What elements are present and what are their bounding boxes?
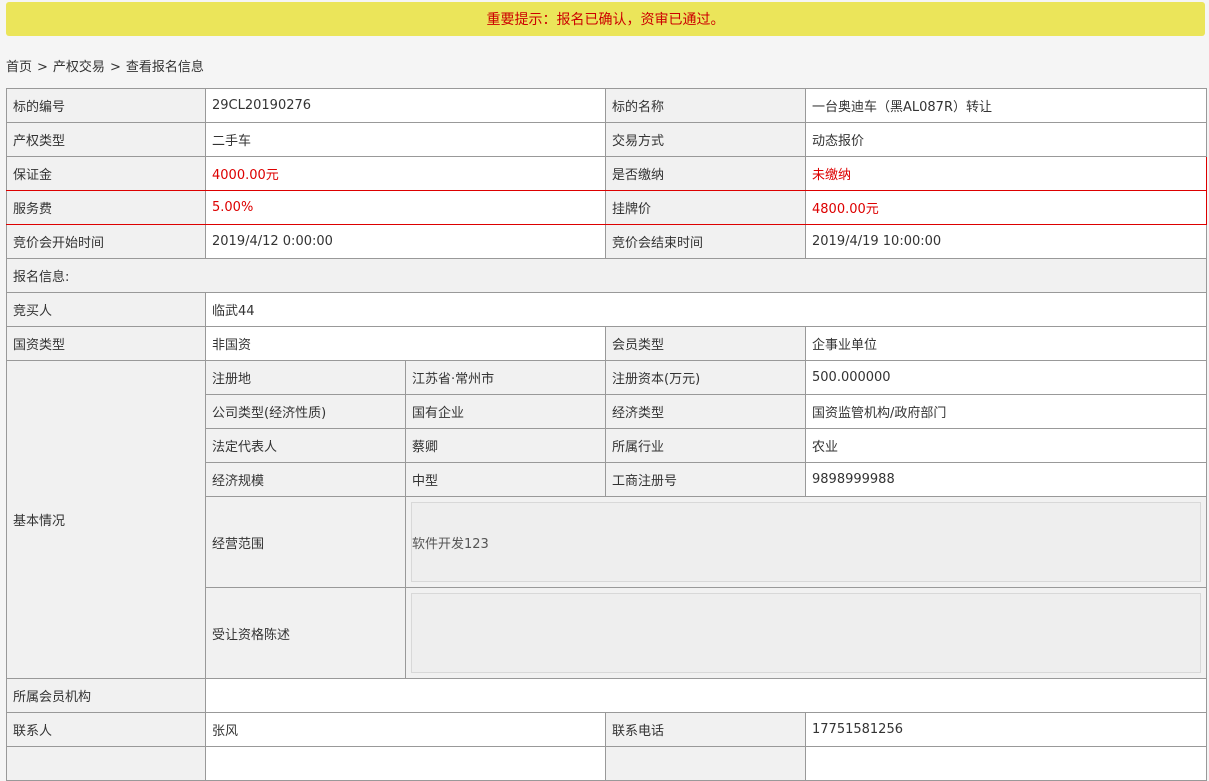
qualification-label: 受让资格陈述 <box>205 587 406 679</box>
breadcrumb-separator: > <box>109 60 121 75</box>
notice-text: 重要提示：报名已确认，资审已通过。 <box>486 12 725 28</box>
signup-info-table: 标的编号 29CL20190276 标的名称 一台奥迪车（黑AL087R）转让 … <box>6 88 1207 781</box>
econ-type-value: 国资监管机构/政府部门 <box>805 394 1207 429</box>
biz-reg-value: 9898999988 <box>805 462 1207 497</box>
name-label: 标的名称 <box>605 88 806 123</box>
scope-value: 软件开发123 <box>412 536 489 552</box>
table-row: 竞买人 临武44 <box>6 292 1207 327</box>
next-row-value <box>805 746 1207 781</box>
fee-label: 服务费 <box>6 190 206 225</box>
type-label: 产权类型 <box>6 122 206 157</box>
next-row-label <box>6 746 206 781</box>
paid-label: 是否缴纳 <box>605 156 806 191</box>
table-row: 服务费 5.00% 挂牌价 4800.00元 <box>6 190 1207 225</box>
reg-place-label: 注册地 <box>205 360 406 395</box>
scope-textbox: 软件开发123 <box>411 502 1201 582</box>
scope-label: 经营范围 <box>205 496 406 588</box>
qualification-cell <box>405 587 1207 679</box>
next-row-label <box>605 746 806 781</box>
end-label: 竞价会结束时间 <box>605 224 806 259</box>
table-row: 所属会员机构 <box>6 678 1207 713</box>
table-row: 产权类型 二手车 交易方式 动态报价 <box>6 122 1207 157</box>
stateasset-value: 非国资 <box>205 326 606 361</box>
table-row: 标的编号 29CL20190276 标的名称 一台奥迪车（黑AL087R）转让 <box>6 88 1207 123</box>
org-value <box>205 678 1207 713</box>
notice-banner: 重要提示：报名已确认，资审已通过。 <box>6 2 1205 36</box>
company-type-value: 国有企业 <box>405 394 606 429</box>
method-value: 动态报价 <box>805 122 1207 157</box>
breadcrumb: 首页 > 产权交易 > 查看报名信息 <box>6 59 204 77</box>
breadcrumb-section[interactable]: 产权交易 <box>53 60 105 75</box>
qualification-textbox <box>411 593 1201 673</box>
contact-value: 张风 <box>205 712 606 747</box>
legal-rep-label: 法定代表人 <box>205 428 406 463</box>
fee-value: 5.00% <box>205 190 606 225</box>
deposit-label: 保证金 <box>6 156 206 191</box>
contact-label: 联系人 <box>6 712 206 747</box>
company-type-label: 公司类型(经济性质) <box>205 394 406 429</box>
start-label: 竞价会开始时间 <box>6 224 206 259</box>
name-value: 一台奥迪车（黑AL087R）转让 <box>805 88 1207 123</box>
start-value: 2019/4/12 0:00:00 <box>205 224 606 259</box>
phone-label: 联系电话 <box>605 712 806 747</box>
type-value: 二手车 <box>205 122 606 157</box>
basic-info-label: 基本情况 <box>6 360 206 679</box>
member-type-label: 会员类型 <box>605 326 806 361</box>
table-row: 国资类型 非国资 会员类型 企事业单位 <box>6 326 1207 361</box>
deposit-value: 4000.00元 <box>205 156 606 191</box>
table-row: 联系人 张风 联系电话 17751581256 <box>6 712 1207 747</box>
code-label: 标的编号 <box>6 88 206 123</box>
legal-rep-value: 蔡卿 <box>405 428 606 463</box>
table-row: 竞价会开始时间 2019/4/12 0:00:00 竞价会结束时间 2019/4… <box>6 224 1207 259</box>
table-row: 基本情况 注册地 江苏省·常州市 注册资本(万元) 500.000000 <box>6 360 1207 679</box>
table-row: 报名信息: <box>6 258 1207 293</box>
scope-cell: 软件开发123 <box>405 496 1207 588</box>
capital-label: 注册资本(万元) <box>605 360 806 395</box>
member-type-value: 企事业单位 <box>805 326 1207 361</box>
biz-reg-label: 工商注册号 <box>605 462 806 497</box>
code-value: 29CL20190276 <box>205 88 606 123</box>
buyer-label: 竞买人 <box>6 292 206 327</box>
breadcrumb-home[interactable]: 首页 <box>6 60 32 75</box>
buyer-value: 临武44 <box>205 292 1207 327</box>
econ-type-label: 经济类型 <box>605 394 806 429</box>
org-label: 所属会员机构 <box>6 678 206 713</box>
price-label: 挂牌价 <box>605 190 806 225</box>
next-row-value <box>205 746 606 781</box>
price-value: 4800.00元 <box>805 190 1207 225</box>
phone-value: 17751581256 <box>805 712 1207 747</box>
reg-place-value: 江苏省·常州市 <box>405 360 606 395</box>
signup-section-header: 报名信息: <box>6 258 1207 293</box>
stateasset-label: 国资类型 <box>6 326 206 361</box>
scale-value: 中型 <box>405 462 606 497</box>
table-row <box>6 746 1207 781</box>
end-value: 2019/4/19 10:00:00 <box>805 224 1207 259</box>
scale-label: 经济规模 <box>205 462 406 497</box>
industry-value: 农业 <box>805 428 1207 463</box>
breadcrumb-separator: > <box>37 60 48 75</box>
industry-label: 所属行业 <box>605 428 806 463</box>
breadcrumb-current: 查看报名信息 <box>125 60 204 75</box>
method-label: 交易方式 <box>605 122 806 157</box>
table-row: 保证金 4000.00元 是否缴纳 未缴纳 <box>6 156 1207 191</box>
capital-value: 500.000000 <box>805 360 1207 395</box>
paid-value: 未缴纳 <box>805 156 1207 191</box>
